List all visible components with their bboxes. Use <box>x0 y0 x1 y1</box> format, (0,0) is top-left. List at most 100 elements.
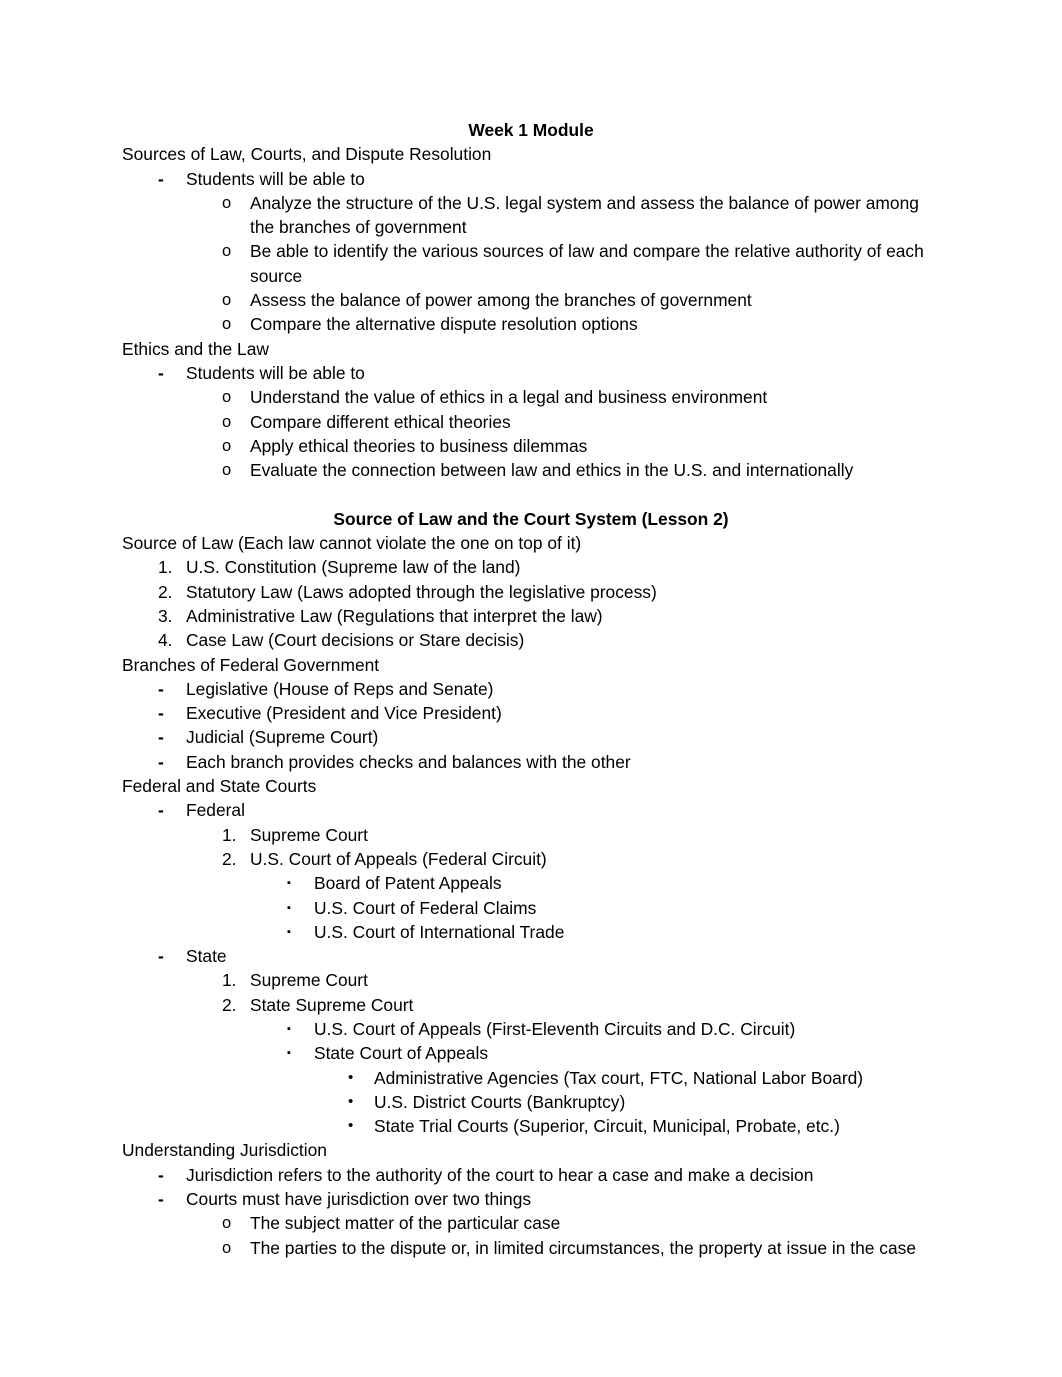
list-item-text: U.S. Constitution (Supreme law of the la… <box>186 557 521 578</box>
list-item-text: State Supreme Court <box>250 994 414 1015</box>
list-item: • Administrative Agencies (Tax court, FT… <box>122 1066 940 1090</box>
circle-bullet-icon: o <box>222 1238 232 1257</box>
list-item-text: Compare different ethical theories <box>250 411 511 432</box>
list-number: 4. <box>158 630 173 651</box>
page-title: Week 1 Module <box>468 120 594 140</box>
list-item-text: Judicial (Supreme Court) <box>186 727 379 748</box>
dash-bullet-icon: - <box>158 703 164 724</box>
list-item: ▪ U.S. Court of Appeals (First-Eleventh … <box>122 1017 940 1041</box>
list-number: 1. <box>222 970 237 991</box>
list-item-text: U.S. Court of Appeals (Federal Circuit) <box>250 848 547 869</box>
round-bullet-icon: • <box>348 1092 354 1110</box>
list-item-text: Jurisdiction refers to the authority of … <box>186 1164 814 1185</box>
list-item: o The subject matter of the particular c… <box>122 1211 940 1235</box>
list-item: ▪ State Court of Appeals <box>122 1041 940 1065</box>
list-item: 1. Supreme Court <box>122 823 940 847</box>
list-item: 2. U.S. Court of Appeals (Federal Circui… <box>122 847 940 871</box>
list-item-text: Each branch provides checks and balances… <box>186 751 631 772</box>
list-item: - Students will be able to <box>122 361 940 385</box>
list-item: o Evaluate the connection between law an… <box>122 458 940 482</box>
section-heading-federal-state-courts: Federal and State Courts <box>122 776 317 797</box>
list-item: • State Trial Courts (Superior, Circuit,… <box>122 1114 940 1138</box>
square-bullet-icon: ▪ <box>287 925 291 938</box>
section-heading-ethics: Ethics and the Law <box>122 338 269 359</box>
dash-bullet-icon: - <box>158 751 164 772</box>
dash-bullet-icon: - <box>158 727 164 748</box>
document-page: Week 1 Module Sources of Law, Courts, an… <box>0 0 1062 1377</box>
list-item-text: Students will be able to <box>186 362 365 383</box>
list-item: 3. Administrative Law (Regulations that … <box>122 604 940 628</box>
list-item-text: Administrative Law (Regulations that int… <box>186 605 603 626</box>
section-heading-sources-of-law: Sources of Law, Courts, and Dispute Reso… <box>122 144 492 165</box>
round-bullet-icon: • <box>348 1068 354 1086</box>
list-item: - Judicial (Supreme Court) <box>122 725 940 749</box>
list-item: o Compare the alternative dispute resolu… <box>122 312 940 336</box>
circle-bullet-icon: o <box>222 193 232 212</box>
dash-bullet-icon: - <box>158 362 164 383</box>
lesson2-heading: Source of Law and the Court System (Less… <box>333 508 729 529</box>
list-item-text: Courts must have jurisdiction over two t… <box>186 1189 532 1210</box>
list-item-text: Supreme Court <box>250 824 368 845</box>
list-item: - Each branch provides checks and balanc… <box>122 750 940 774</box>
section-heading-jurisdiction: Understanding Jurisdiction <box>122 1140 327 1161</box>
square-bullet-icon: ▪ <box>287 1047 291 1060</box>
list-item: - Federal <box>122 798 940 822</box>
list-item-text: The subject matter of the particular cas… <box>250 1213 561 1234</box>
list-number: 2. <box>222 994 237 1015</box>
list-number: 1. <box>222 824 237 845</box>
list-item-text: State <box>186 946 227 967</box>
list-number: 2. <box>158 581 173 602</box>
round-bullet-icon: • <box>348 1117 354 1135</box>
list-item: o Be able to identify the various source… <box>122 239 940 288</box>
list-number: 2. <box>222 848 237 869</box>
list-item: o The parties to the dispute or, in limi… <box>122 1236 940 1260</box>
list-item-text: Apply ethical theories to business dilem… <box>250 435 588 456</box>
square-bullet-icon: ▪ <box>287 877 291 890</box>
section-heading-source-of-law: Source of Law (Each law cannot violate t… <box>122 533 582 554</box>
dash-bullet-icon: - <box>158 678 164 699</box>
section-heading-branches: Branches of Federal Government <box>122 654 380 675</box>
list-item-text: Board of Patent Appeals <box>314 873 502 894</box>
list-item-text: Compare the alternative dispute resoluti… <box>250 314 638 335</box>
list-item: • U.S. District Courts (Bankruptcy) <box>122 1090 940 1114</box>
list-item-text: Federal <box>186 800 245 821</box>
dash-bullet-icon: - <box>158 168 164 189</box>
list-item-text: Analyze the structure of the U.S. legal … <box>250 192 919 238</box>
list-item: ▪ U.S. Court of International Trade <box>122 920 940 944</box>
list-item: - State <box>122 944 940 968</box>
list-item-text: U.S. Court of Federal Claims <box>314 897 537 918</box>
list-item: 2. State Supreme Court <box>122 993 940 1017</box>
list-item-text: Statutory Law (Laws adopted through the … <box>186 581 657 602</box>
list-item-text: Executive (President and Vice President) <box>186 703 502 724</box>
list-item-text: Supreme Court <box>250 970 368 991</box>
list-item: o Compare different ethical theories <box>122 410 940 434</box>
list-item: 2. Statutory Law (Laws adopted through t… <box>122 580 940 604</box>
list-item: o Analyze the structure of the U.S. lega… <box>122 191 940 240</box>
list-item-text: Case Law (Court decisions or Stare decis… <box>186 630 525 651</box>
list-item: - Executive (President and Vice Presiden… <box>122 701 940 725</box>
list-item-text: Students will be able to <box>186 168 365 189</box>
list-item-text: Administrative Agencies (Tax court, FTC,… <box>374 1067 864 1088</box>
circle-bullet-icon: o <box>222 315 232 334</box>
list-item: - Jurisdiction refers to the authority o… <box>122 1163 940 1187</box>
list-item-text: Understand the value of ethics in a lega… <box>250 387 768 408</box>
list-number: 3. <box>158 605 173 626</box>
list-item: 1. U.S. Constitution (Supreme law of the… <box>122 555 940 579</box>
list-item: 1. Supreme Court <box>122 968 940 992</box>
list-item-text: U.S. Court of Appeals (First-Eleventh Ci… <box>314 1018 796 1039</box>
circle-bullet-icon: o <box>222 388 232 407</box>
dash-bullet-icon: - <box>158 800 164 821</box>
list-item-text: The parties to the dispute or, in limite… <box>250 1237 917 1258</box>
list-item: - Students will be able to <box>122 167 940 191</box>
document-body: Week 1 Module Sources of Law, Courts, an… <box>122 118 940 1260</box>
list-item: o Assess the balance of power among the … <box>122 288 940 312</box>
list-item-text: Evaluate the connection between law and … <box>250 460 854 481</box>
square-bullet-icon: ▪ <box>287 901 291 914</box>
circle-bullet-icon: o <box>222 291 232 310</box>
list-item: ▪ U.S. Court of Federal Claims <box>122 896 940 920</box>
dash-bullet-icon: - <box>158 1189 164 1210</box>
dash-bullet-icon: - <box>158 1164 164 1185</box>
list-item: - Courts must have jurisdiction over two… <box>122 1187 940 1211</box>
dash-bullet-icon: - <box>158 946 164 967</box>
